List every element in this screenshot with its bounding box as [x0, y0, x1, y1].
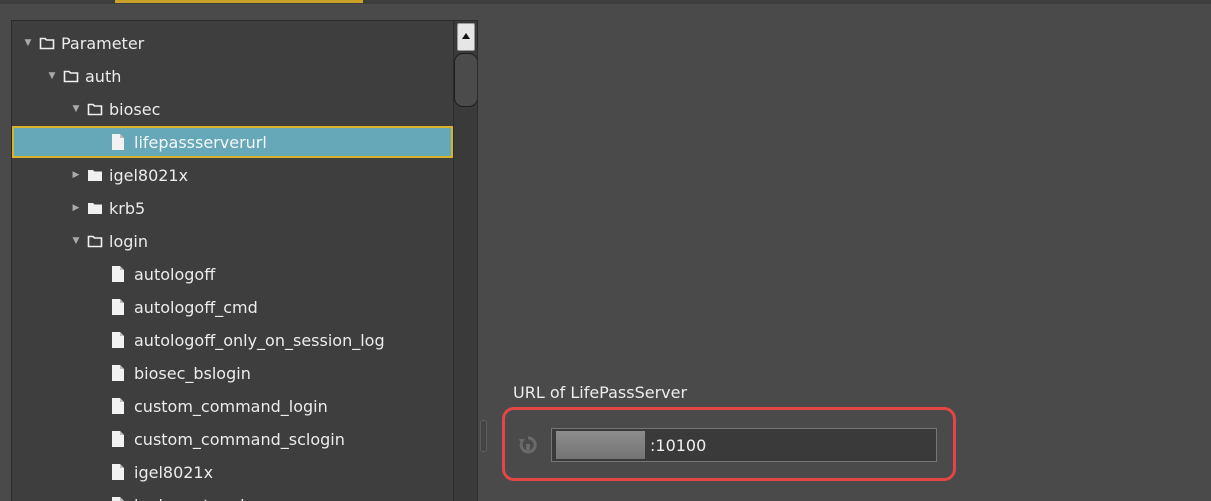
tree-item-file[interactable]: custom_command_login	[12, 390, 453, 422]
redacted-hostname	[556, 431, 645, 459]
folder-closed-icon	[87, 167, 109, 183]
tree-item-file[interactable]: autologoff_only_on_session_log	[12, 324, 453, 356]
folder-open-icon	[87, 101, 109, 117]
tree-item-label: custom_command_login	[134, 396, 328, 416]
parameter-tree[interactable]: ▼ Parameter ▼ auth ▼ biosec lifepassserverurl ▶…	[12, 21, 453, 501]
tree-item-label: Parameter	[61, 33, 145, 53]
file-icon	[111, 397, 134, 415]
tree-item-label: login	[109, 231, 148, 251]
folder-open-icon	[63, 68, 85, 84]
tree-item-folder[interactable]: ▼ biosec	[12, 93, 453, 125]
tree-item-folder[interactable]: ▼ login	[12, 225, 453, 257]
tree-item-label: autologoff	[134, 264, 216, 284]
folder-closed-icon	[87, 200, 109, 216]
tree-item-label: igel8021x	[134, 462, 214, 482]
tree-item-label: igelsmartcard	[134, 496, 245, 501]
expand-down-icon[interactable]: ▼	[71, 104, 81, 114]
file-icon	[111, 298, 134, 316]
file-icon	[111, 265, 134, 283]
expand-right-icon[interactable]: ▶	[71, 203, 81, 213]
reset-arrow-icon[interactable]	[518, 435, 538, 455]
expand-right-icon[interactable]: ▶	[71, 170, 81, 180]
tree-item-label: biosec_bslogin	[134, 363, 251, 383]
tree-item-label: custom_command_sclogin	[134, 429, 345, 449]
tree-item-folder[interactable]: ▼ Parameter	[12, 27, 453, 59]
tree-item-label: krb5	[109, 198, 146, 218]
file-icon	[111, 463, 134, 481]
parameter-tree-panel: ▼ Parameter ▼ auth ▼ biosec lifepassserverurl ▶…	[11, 20, 478, 501]
tree-item-label: autologoff_only_on_session_log	[134, 330, 385, 350]
scroll-up-button[interactable]	[457, 23, 475, 51]
tree-item-file[interactable]: biosec_bslogin	[12, 357, 453, 389]
file-icon	[111, 430, 134, 448]
tree-item-file[interactable]: autologoff_cmd	[12, 291, 453, 323]
file-icon	[111, 133, 134, 151]
file-icon	[111, 496, 134, 501]
configuration-window: ▼ Parameter ▼ auth ▼ biosec lifepassserverurl ▶…	[0, 0, 1211, 501]
tree-item-label: auth	[85, 66, 122, 86]
file-icon	[111, 364, 134, 382]
tree-item-folder[interactable]: ▶ krb5	[12, 192, 453, 224]
expand-down-icon[interactable]: ▼	[23, 38, 33, 48]
tree-item-label: autologoff_cmd	[134, 297, 258, 317]
splitter-handle[interactable]	[480, 420, 487, 452]
active-tab-indicator	[115, 0, 363, 3]
tree-item-file[interactable]: autologoff	[12, 258, 453, 290]
file-icon	[111, 331, 134, 349]
tree-item-folder[interactable]: ▼ auth	[12, 60, 453, 92]
tree-item-file[interactable]: custom_command_sclogin	[12, 423, 453, 455]
top-toolbar-strip	[0, 0, 1211, 4]
expand-down-icon[interactable]: ▼	[47, 71, 57, 81]
setting-label: URL of LifePassServer	[513, 383, 688, 402]
expand-down-icon[interactable]: ▼	[71, 236, 81, 246]
tree-item-file[interactable]: igelsmartcard	[12, 489, 453, 501]
tree-item-file[interactable]: igel8021x	[12, 456, 453, 488]
tree-vertical-scrollbar[interactable]	[453, 21, 477, 501]
folder-open-icon	[87, 233, 109, 249]
scroll-thumb[interactable]	[454, 53, 477, 107]
tree-item-folder[interactable]: ▶ igel8021x	[12, 159, 453, 191]
tree-item-file[interactable]: lifepassserverurl	[12, 126, 453, 158]
tree-item-label: igel8021x	[109, 165, 189, 185]
folder-open-icon	[39, 35, 61, 51]
tree-item-label: biosec	[109, 99, 161, 119]
tree-item-label: lifepassserverurl	[134, 132, 267, 152]
